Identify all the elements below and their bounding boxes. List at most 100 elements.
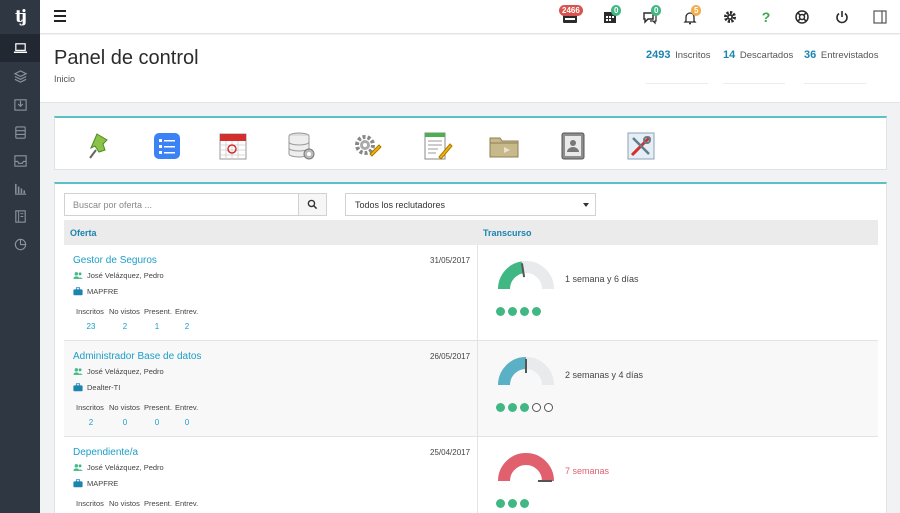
sidebar-item-book[interactable] [0, 202, 40, 230]
inbox-icon [13, 154, 27, 167]
support-button[interactable] [793, 8, 811, 26]
stat-label-entrev: Entrev. [175, 499, 199, 508]
calendar-badge: 0 [611, 5, 622, 16]
settings-button[interactable] [721, 8, 739, 26]
offer-title-link[interactable]: Gestor de Seguros [73, 255, 157, 266]
gear-icon [724, 11, 736, 23]
pie-chart-icon [14, 238, 26, 250]
tools-icon[interactable] [625, 130, 657, 162]
notifications-button[interactable]: 5 [681, 5, 702, 26]
stat-label-no-vistos: No vistos [109, 499, 140, 508]
help-icon: ? [761, 9, 771, 25]
stage-dot-filled [520, 403, 529, 412]
stat-value-no-vistos[interactable]: 0 [112, 418, 138, 427]
gauge-fill [498, 261, 524, 290]
page-header: Panel de control Inicio 2493 Inscritos 1… [40, 35, 900, 103]
calendar-button[interactable]: 0 [601, 5, 622, 26]
laptop-icon [13, 42, 27, 53]
search-box [64, 193, 327, 216]
sidebar-item-dashboard[interactable] [0, 34, 40, 62]
layers-icon [13, 69, 27, 83]
offer-title-link[interactable]: Administrador Base de datos [73, 351, 201, 362]
sidebar-item-stats[interactable] [0, 230, 40, 258]
inbox-download-icon [13, 98, 27, 111]
search-input[interactable] [65, 194, 299, 215]
search-icon [307, 199, 318, 210]
panel-toggle-button[interactable] [871, 8, 889, 26]
stat-inscritos[interactable]: 2493 Inscritos [646, 49, 711, 84]
gears-icon[interactable] [352, 130, 384, 162]
column-header-elapsed[interactable]: Transcurso [483, 228, 532, 238]
sidebar-item-layers[interactable] [0, 62, 40, 90]
book-icon [14, 209, 26, 223]
recruiter-select[interactable]: Todos los reclutadores [345, 193, 596, 216]
search-button[interactable] [298, 194, 326, 215]
contacts-book-icon[interactable] [557, 130, 589, 162]
stat-value-entrev[interactable]: 0 [174, 418, 200, 427]
offer-recruiter: José Velázquez, Pedro [73, 367, 164, 376]
users-icon [73, 464, 83, 471]
offer-recruiter: José Velázquez, Pedro [73, 463, 164, 472]
stage-dot-empty [532, 403, 541, 412]
stat-entrevistados[interactable]: 36 Entrevistados [804, 49, 879, 84]
checklist-icon[interactable] [151, 130, 183, 162]
stat-label-no-vistos: No vistos [109, 403, 140, 412]
stat-descartados[interactable]: 14 Descartados [723, 49, 794, 84]
elapsed-cell: 1 semana y 6 días [477, 245, 878, 341]
help-button[interactable]: ? [757, 8, 775, 26]
stage-dots [496, 403, 556, 412]
stage-dot-filled [508, 307, 517, 316]
sidebar-item-reports[interactable] [0, 174, 40, 202]
recruiter-name: José Velázquez, Pedro [87, 271, 164, 280]
elapsed-duration: 2 semanas y 4 días [565, 370, 644, 380]
offer-company: Dealter-TI [73, 383, 120, 392]
stat-label: Entrevistados [820, 50, 879, 61]
menu-toggle-button[interactable] [54, 10, 66, 24]
briefcase-icon [73, 287, 83, 296]
stat-label-present: Present. [144, 499, 172, 508]
sidebar-item-database[interactable] [0, 118, 40, 146]
stage-dots [496, 499, 532, 508]
sidebar-item-inbox[interactable] [0, 146, 40, 174]
stat-label-inscritos: Inscritos [76, 307, 104, 316]
offer-date: 26/05/2017 [430, 352, 471, 361]
stage-dot-filled [496, 499, 505, 508]
company-name: Dealter-TI [87, 383, 121, 392]
logout-button[interactable] [833, 8, 851, 26]
breadcrumb[interactable]: Inicio [54, 74, 75, 84]
stage-dots [496, 307, 544, 316]
sidebar-item-inbox-download[interactable] [0, 90, 40, 118]
offers-table: Oferta Transcurso Gestor de Seguros 31/0… [64, 220, 878, 513]
offer-recruiter: José Velázquez, Pedro [73, 271, 164, 280]
elapsed-duration: 1 semana y 6 días [565, 274, 639, 284]
stat-value: 14 [723, 49, 736, 61]
stat-value-inscritos[interactable]: 2 [78, 418, 104, 427]
app-logo[interactable]: tj [0, 0, 40, 34]
pin-icon[interactable] [85, 130, 117, 162]
folder-icon[interactable] [488, 130, 520, 162]
topbar: 2466 0 0 5 ? [40, 0, 900, 34]
elapsed-gauge [498, 453, 554, 482]
column-header-offer[interactable]: Oferta [70, 228, 97, 238]
caret-down-icon [583, 203, 589, 207]
modules-panel [54, 116, 887, 170]
stat-value-entrev[interactable]: 2 [174, 322, 200, 331]
stat-value-present[interactable]: 0 [144, 418, 170, 427]
inbox-badge: 2466 [559, 5, 583, 16]
stat-label-inscritos: Inscritos [76, 403, 104, 412]
database-settings-icon[interactable] [285, 130, 317, 162]
offer-title-link[interactable]: Dependiente/a [73, 447, 138, 458]
stat-value-inscritos[interactable]: 23 [78, 322, 104, 331]
inbox-button[interactable]: 2466 [559, 5, 583, 26]
stat-value-no-vistos[interactable]: 2 [112, 322, 138, 331]
stat-label: Descartados [739, 50, 794, 61]
stat-label-present: Present. [144, 307, 172, 316]
calendar-icon[interactable] [217, 130, 249, 162]
document-edit-icon[interactable] [421, 130, 453, 162]
database-icon [14, 125, 26, 139]
stat-value-present[interactable]: 1 [144, 322, 170, 331]
stage-dot-filled [520, 499, 529, 508]
messages-button[interactable]: 0 [641, 5, 662, 26]
stat-label-present: Present. [144, 403, 172, 412]
elapsed-gauge [498, 357, 554, 386]
